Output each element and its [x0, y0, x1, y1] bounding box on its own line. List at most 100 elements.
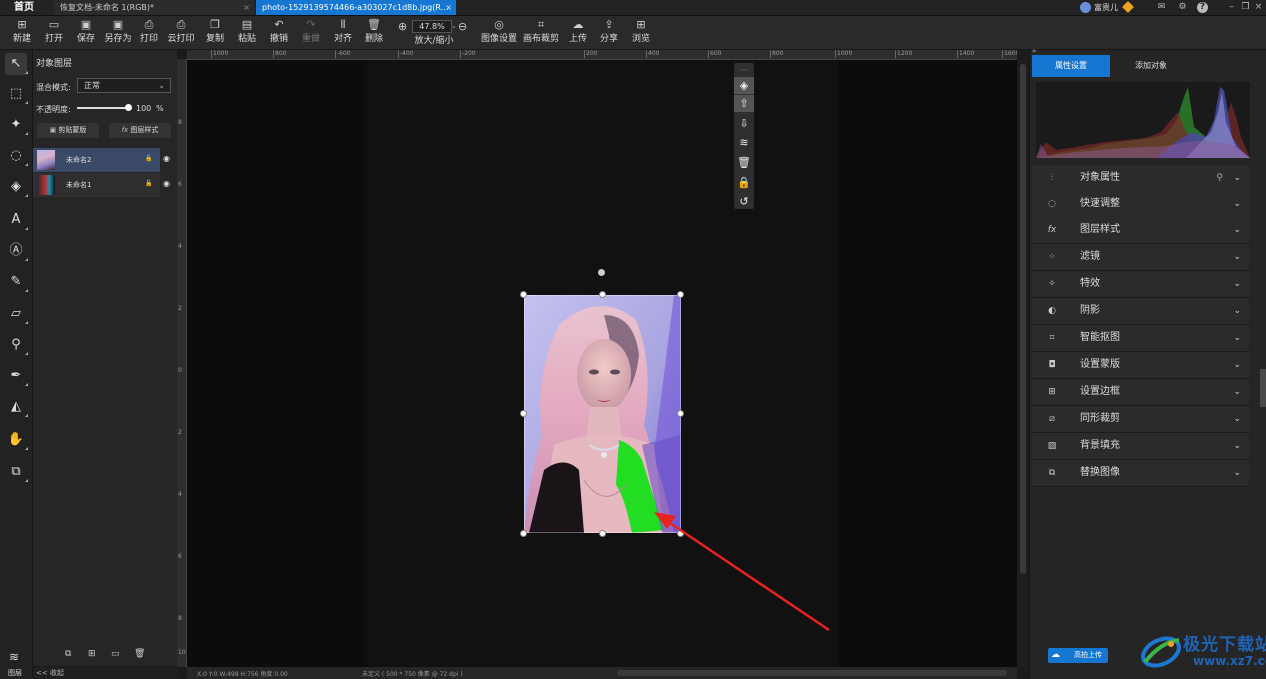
section-background-fill[interactable]: ▨ 背景填充 ⌄: [1032, 433, 1249, 460]
print-button[interactable]: ⎙ 打印: [137, 18, 161, 48]
save-as-icon: ▣: [112, 18, 124, 31]
visibility-eye-icon[interactable]: ◉: [163, 154, 170, 163]
layer-row[interactable]: 未命名1 🔓: [33, 173, 160, 197]
opacity-unit: %: [156, 104, 164, 113]
zoom-input[interactable]: 47.8%: [412, 20, 452, 33]
pen-tool-icon[interactable]: ✒: [5, 365, 28, 387]
share-button[interactable]: ⇪ 分享: [597, 18, 621, 48]
crop-tool-icon[interactable]: ⧉: [5, 461, 28, 483]
tab-add-object[interactable]: 添加对象: [1112, 55, 1190, 77]
lasso-tool-icon[interactable]: ◌: [5, 145, 28, 167]
tab-photo[interactable]: photo-1529139574466-a303027c1d8b.jpg(R..…: [256, 0, 456, 15]
redo-button[interactable]: ↷ 重做: [299, 18, 323, 48]
left-ruler: 8 6 4 2 0 2 4 6 8 10: [177, 59, 187, 667]
gear-icon[interactable]: ⚙: [1177, 2, 1188, 13]
select-tool-icon[interactable]: ↖: [5, 53, 28, 75]
expand-panel-icon[interactable]: »: [1032, 47, 1036, 55]
eraser-tool-icon[interactable]: ▱: [5, 303, 28, 325]
section-mask[interactable]: ◘ 设置蒙版 ⌄: [1032, 352, 1249, 379]
tool-strip: ↖ ⬚ ✦ ◌ ◈ A Ⓐ ✎ ▱ ⚲ ✒ ◭ ✋ ⧉: [0, 50, 33, 679]
close-icon[interactable]: ×: [243, 0, 250, 15]
opacity-slider-handle[interactable]: [125, 104, 132, 111]
blend-mode-select[interactable]: 正常 ⌄: [77, 78, 171, 93]
magic-wand-tool-icon[interactable]: ✦: [5, 114, 28, 136]
section-smart-cutout[interactable]: ⌗ 智能抠图 ⌄: [1032, 325, 1249, 352]
help-icon[interactable]: ?: [1197, 2, 1208, 13]
lock-icon[interactable]: 🔓: [145, 155, 152, 162]
tab-properties[interactable]: 属性设置: [1032, 55, 1110, 77]
side-dock-handle[interactable]: [1260, 369, 1266, 407]
hand-tool-icon[interactable]: ✋: [5, 429, 28, 451]
collapse-bar[interactable]: << 收起: [33, 667, 177, 679]
visibility-eye-icon[interactable]: ◉: [163, 179, 170, 188]
chevron-down-icon[interactable]: ⌄: [451, 22, 457, 30]
layers-toggle-label: 图层: [8, 669, 22, 677]
user-name[interactable]: 富贵儿: [1094, 2, 1118, 13]
chevron-down-icon: ⌄: [1233, 468, 1241, 478]
section-border[interactable]: ⊞ 设置边框 ⌄: [1032, 379, 1249, 406]
layer-style-button[interactable]: fx 图层样式: [109, 123, 171, 138]
layer-thumbnail: [37, 175, 55, 195]
browse-button[interactable]: ⊞ 浏览: [629, 18, 653, 48]
folder-icon[interactable]: ▭: [111, 649, 120, 659]
mail-icon[interactable]: ✉: [1156, 2, 1167, 13]
layers-icon: ≋: [9, 650, 20, 664]
vertical-scrollbar[interactable]: [1018, 60, 1028, 667]
tab-recovered-document[interactable]: 恢复文档-未命名 1(RGB)* ×: [54, 0, 254, 15]
scrollbar-thumb[interactable]: [1020, 64, 1026, 574]
image-settings-button[interactable]: ◎ 图像设置: [479, 18, 519, 48]
vip-gem-icon[interactable]: [1122, 1, 1134, 13]
section-shadow[interactable]: ◐ 阴影 ⌄: [1032, 298, 1249, 325]
canvas-crop-button[interactable]: ⌗ 画布裁剪: [521, 18, 561, 48]
section-shape-crop[interactable]: ⧄ 同形裁剪 ⌄: [1032, 406, 1249, 433]
quick-upload-button[interactable]: ☁ 高拍上传: [1048, 648, 1108, 663]
align-button[interactable]: ⫴ 对齐: [331, 18, 355, 48]
marquee-tool-icon[interactable]: ⬚: [5, 83, 28, 105]
shape-tool-icon[interactable]: ◭: [5, 396, 28, 418]
save-button[interactable]: ▣ 保存: [74, 18, 98, 48]
avatar[interactable]: [1080, 2, 1091, 13]
undo-button[interactable]: ↶ 撤销: [267, 18, 291, 48]
opacity-slider[interactable]: [77, 107, 129, 109]
close-icon[interactable]: ×: [445, 0, 452, 15]
layers-toggle[interactable]: ≋ 图层: [0, 646, 32, 679]
border-icon: ⊞: [1048, 387, 1056, 397]
new-button[interactable]: ⊞ 新建: [10, 18, 34, 48]
upload-button[interactable]: ☁ 上传: [566, 18, 590, 48]
copy-icon: ❐: [210, 18, 220, 31]
section-quick-adjust[interactable]: ◌ 快速调整 ⌄: [1032, 191, 1249, 218]
layer-row[interactable]: 未命名2 🔓: [33, 148, 160, 172]
trash-icon[interactable]: 🗑: [134, 649, 145, 659]
text-tool-icon[interactable]: Ⓐ: [5, 240, 28, 262]
paste-button[interactable]: ▤ 粘贴: [235, 18, 259, 48]
save-as-button[interactable]: ▣ 另存为: [102, 18, 134, 48]
pin-icon[interactable]: ⚲: [1216, 171, 1223, 185]
add-text-tool-icon[interactable]: A: [5, 209, 28, 231]
window-close-icon[interactable]: ×: [1253, 2, 1264, 13]
brush-tool-icon[interactable]: ✎: [5, 271, 28, 293]
section-replace-image[interactable]: ⧉ 替换图像 ⌄: [1032, 460, 1249, 487]
section-layer-style[interactable]: fx 图层样式 ⌄: [1032, 217, 1249, 244]
tab-home[interactable]: 首页: [0, 0, 52, 15]
lock-icon[interactable]: 🔓: [145, 180, 152, 187]
copy-button[interactable]: ❐ 复制: [203, 18, 227, 48]
canvas-area[interactable]: ⋯ ◈ ⇧ ⇩ ≋ 🗑 🔒 ↺: [187, 60, 1017, 667]
section-filter[interactable]: ⁘ 滤镜 ⌄: [1032, 244, 1249, 271]
restore-icon[interactable]: ❐: [1240, 2, 1251, 13]
cloud-print-icon: ⎙: [176, 18, 186, 31]
zoom-out-icon[interactable]: ⊖: [458, 21, 467, 32]
minimize-icon[interactable]: –: [1226, 2, 1237, 13]
horizontal-scrollbar[interactable]: [617, 670, 1007, 676]
section-effects[interactable]: ✧ 特效 ⌄: [1032, 271, 1249, 298]
clone-stamp-tool-icon[interactable]: ⚲: [5, 334, 28, 356]
zoom-in-icon[interactable]: ⊕: [398, 21, 407, 32]
clip-mask-button[interactable]: ▣ 剪贴蒙版: [37, 123, 99, 138]
duplicate-layer-icon[interactable]: ⧉: [65, 649, 71, 659]
paint-bucket-tool-icon[interactable]: ◈: [5, 176, 28, 198]
section-object-properties[interactable]: ⫶ 对象属性 ⚲ ⌄: [1032, 165, 1249, 192]
open-button[interactable]: ▭ 打开: [42, 18, 66, 48]
tab-label: photo-1529139574466-a303027c1d8b.jpg(R..…: [262, 3, 449, 12]
cloud-print-button[interactable]: ⎙ 云打印: [165, 18, 197, 48]
add-layer-icon[interactable]: ⊞: [88, 649, 96, 659]
delete-button[interactable]: 🗑 删除: [362, 18, 386, 48]
